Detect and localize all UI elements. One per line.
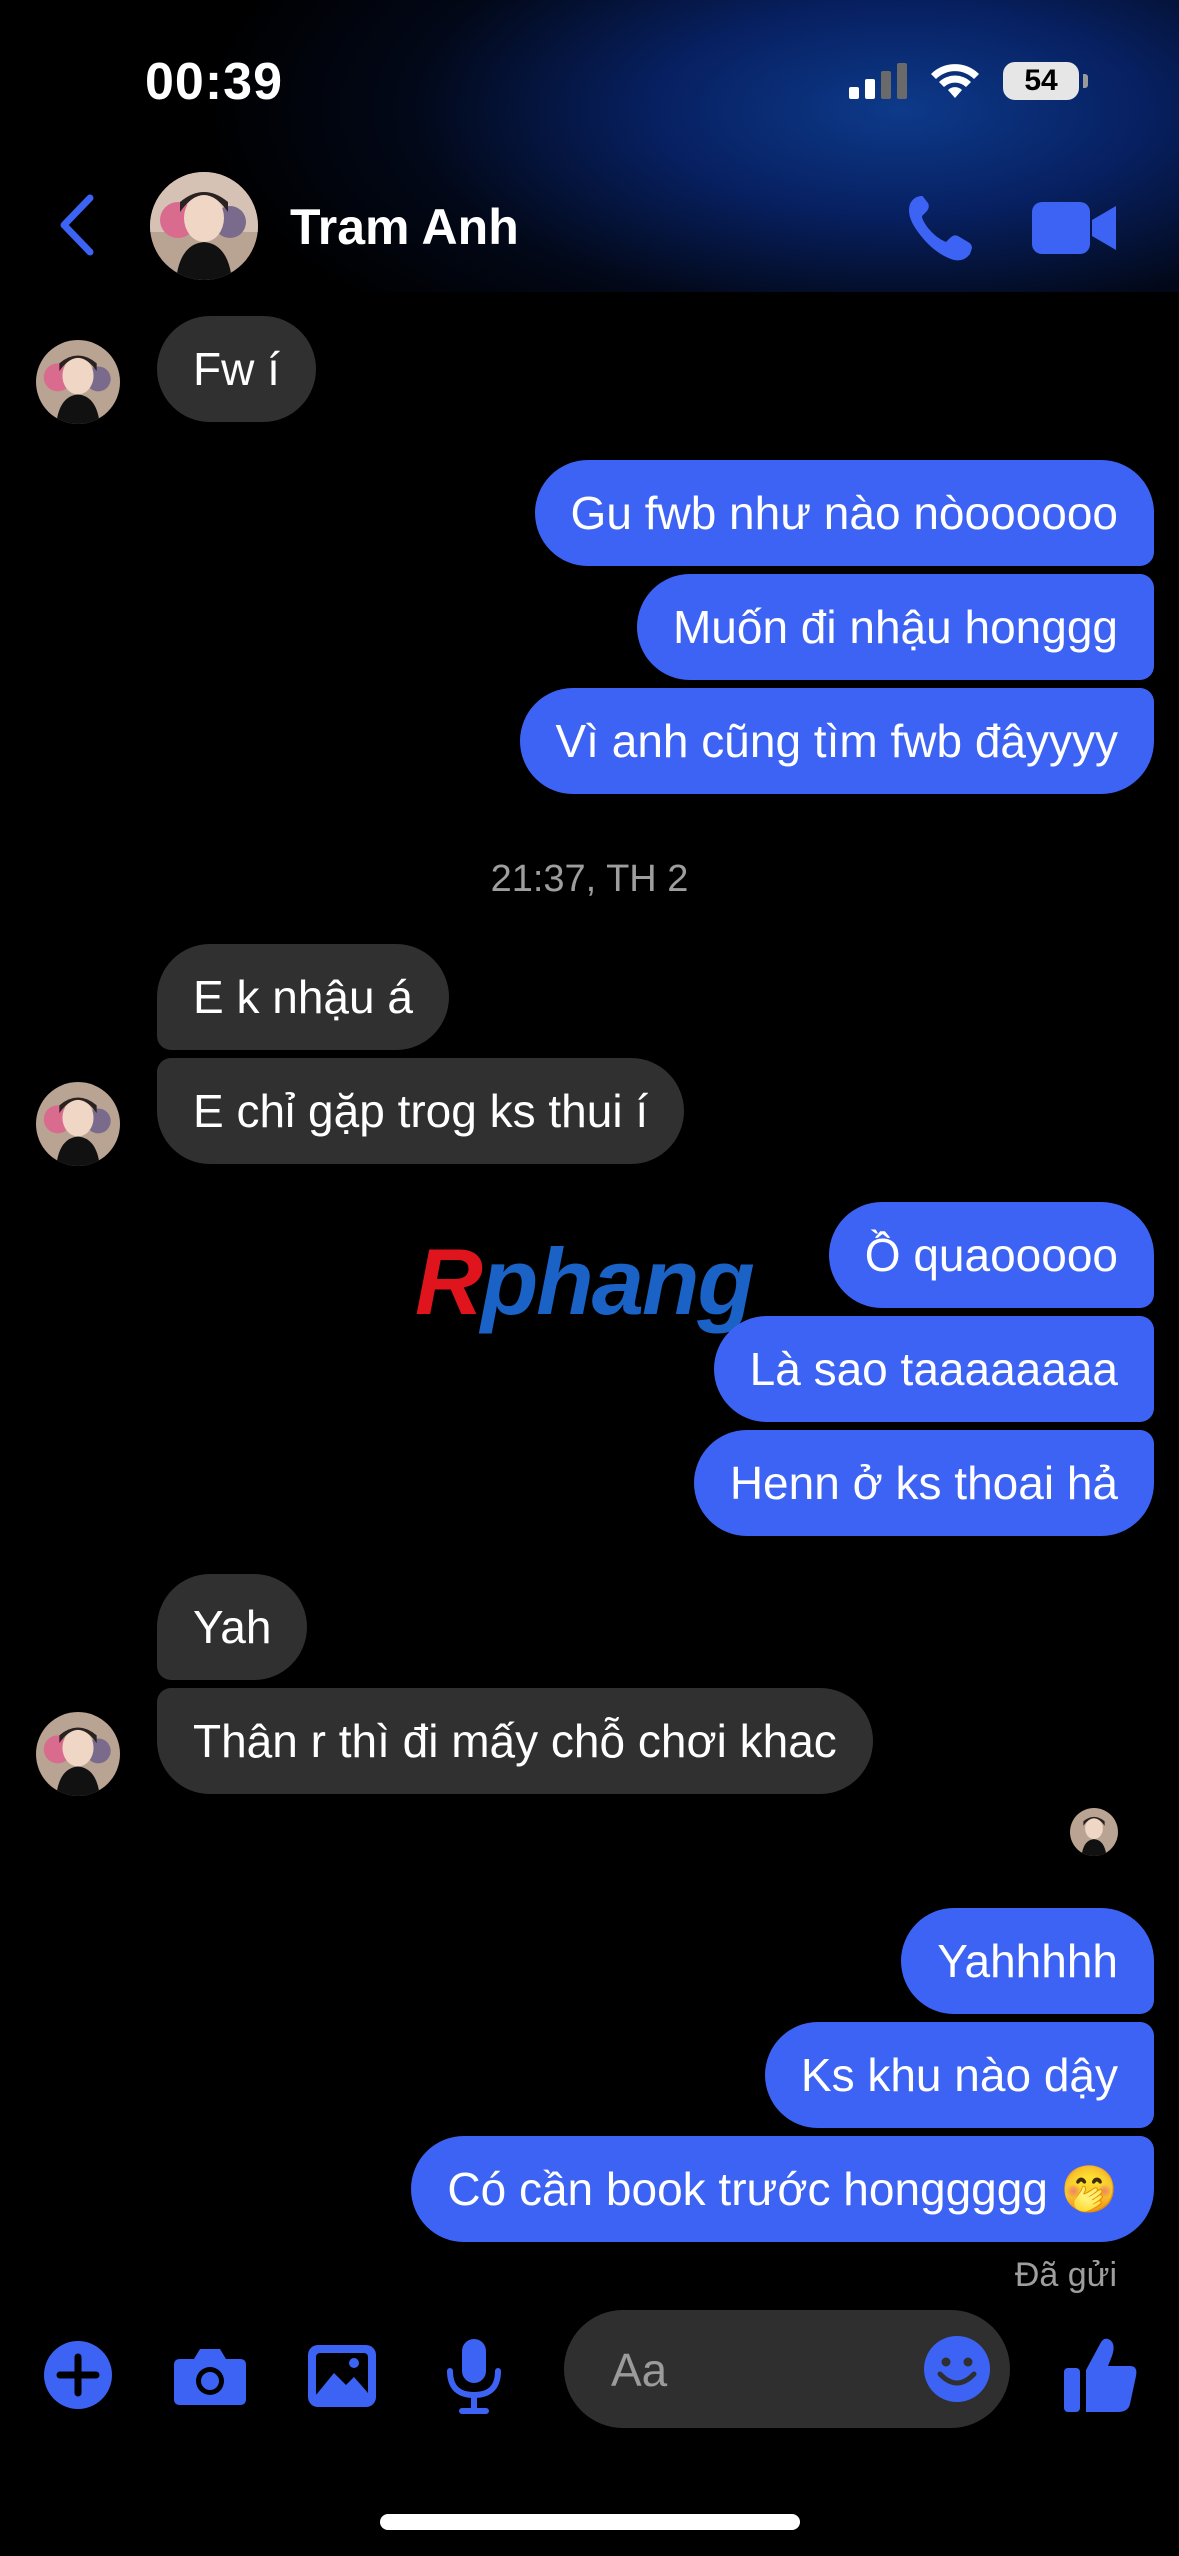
contact-avatar[interactable] bbox=[150, 172, 258, 280]
outgoing-message[interactable]: Ồ quaooooo bbox=[828, 1202, 1154, 1308]
cellular-signal-icon bbox=[849, 63, 907, 99]
phone-icon[interactable] bbox=[900, 188, 980, 268]
incoming-message[interactable]: Fw í bbox=[157, 316, 316, 422]
message-timestamp: 21:37, TH 2 bbox=[490, 858, 689, 900]
incoming-message[interactable]: Yah bbox=[157, 1574, 308, 1680]
battery-indicator: 54 bbox=[1003, 62, 1088, 100]
outgoing-message[interactable]: Ks khu nào dậy bbox=[764, 2022, 1154, 2128]
incoming-message[interactable]: E chỉ gặp trog ks thui í bbox=[157, 1058, 685, 1164]
thumbs-up-icon[interactable] bbox=[1060, 2330, 1140, 2416]
outgoing-message[interactable]: Yahhhhh bbox=[901, 1908, 1154, 2014]
plus-icon[interactable] bbox=[38, 2335, 118, 2415]
status-time: 00:39 bbox=[145, 53, 283, 111]
outgoing-message[interactable]: Vì anh cũng tìm fwb đâyyyy bbox=[519, 688, 1154, 794]
message-input[interactable] bbox=[609, 2335, 913, 2405]
outgoing-message[interactable]: Muốn đi nhậu honggg bbox=[636, 574, 1154, 680]
sender-avatar[interactable] bbox=[36, 1082, 120, 1166]
contact-name[interactable]: Tram Anh bbox=[290, 198, 519, 256]
message-text: Có cần book trước honggggg bbox=[447, 2163, 1048, 2215]
outgoing-message[interactable]: Là sao taaaaaaaa bbox=[713, 1316, 1154, 1422]
status-icons: 54 bbox=[849, 62, 1088, 100]
watermark-logo: Rphang bbox=[415, 1229, 755, 1334]
outgoing-message[interactable]: Henn ở ks thoai hả bbox=[693, 1430, 1154, 1536]
image-icon[interactable] bbox=[302, 2335, 382, 2415]
camera-icon[interactable] bbox=[170, 2335, 250, 2415]
video-camera-icon[interactable] bbox=[1030, 196, 1120, 260]
message-composer[interactable] bbox=[564, 2310, 1010, 2428]
face-with-hand-emoji: 🤭 bbox=[1060, 2163, 1118, 2215]
emoji-icon[interactable] bbox=[922, 2334, 992, 2404]
incoming-message[interactable]: Thân r thì đi mấy chỗ chơi khac bbox=[157, 1688, 873, 1794]
sender-avatar[interactable] bbox=[36, 340, 120, 424]
status-bar: 00:39 54 bbox=[0, 0, 1179, 170]
microphone-icon[interactable] bbox=[434, 2335, 514, 2415]
incoming-message[interactable]: E k nhậu á bbox=[157, 944, 449, 1050]
read-receipt-avatar bbox=[1070, 1808, 1118, 1856]
home-indicator[interactable] bbox=[380, 2514, 800, 2530]
wifi-icon bbox=[931, 64, 979, 98]
sent-status: Đã gửi bbox=[1014, 2256, 1117, 2294]
chevron-left-icon[interactable] bbox=[52, 190, 102, 260]
outgoing-message[interactable]: Gu fwb như nào nòoooooo bbox=[534, 460, 1154, 566]
sender-avatar[interactable] bbox=[36, 1712, 120, 1796]
outgoing-message[interactable]: Có cần book trước honggggg 🤭 bbox=[411, 2136, 1154, 2242]
